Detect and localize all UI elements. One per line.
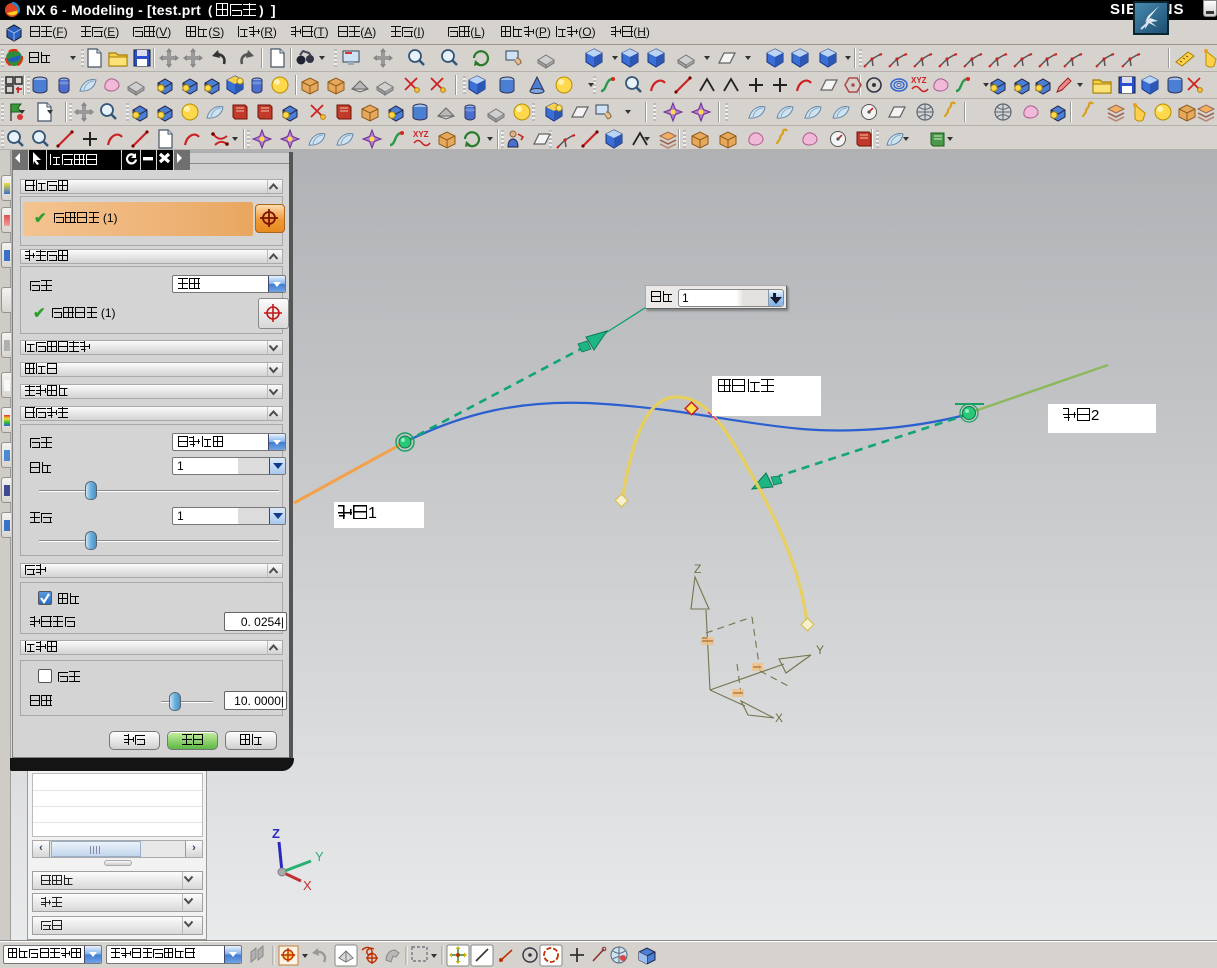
svg-text:X: X <box>303 878 312 893</box>
svg-text:Z: Z <box>694 562 701 576</box>
svg-text:Z: Z <box>272 826 280 841</box>
svg-text:Y: Y <box>816 643 824 657</box>
svg-text:X: X <box>775 711 783 725</box>
svg-text:Y: Y <box>315 849 324 864</box>
